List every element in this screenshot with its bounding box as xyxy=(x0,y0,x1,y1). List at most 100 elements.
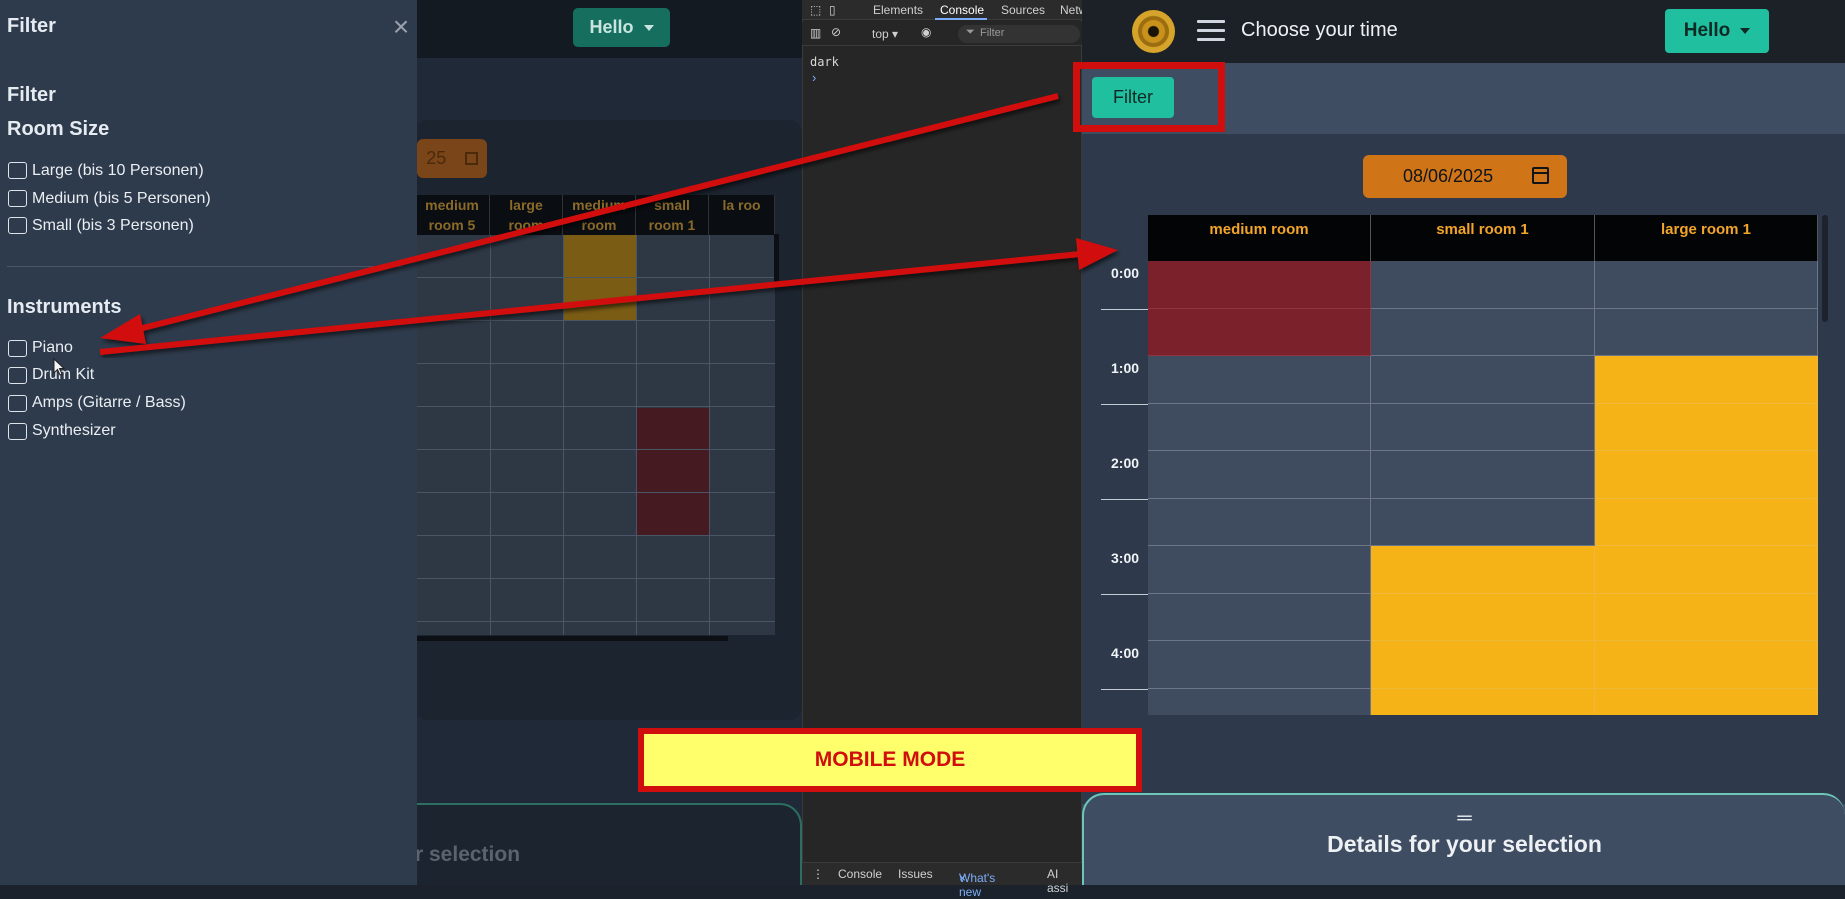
room-header: small room 1 xyxy=(1371,215,1595,261)
device-toolbar-icon[interactable]: ▯ xyxy=(829,3,836,17)
time-slot-free[interactable] xyxy=(1371,498,1595,546)
drawer-tab-ai-assistance[interactable]: AI assi xyxy=(1047,867,1082,895)
time-slot-free[interactable] xyxy=(1148,451,1371,499)
user-menu-button[interactable]: Hello xyxy=(1665,9,1769,53)
mouse-cursor-icon xyxy=(53,358,65,376)
time-slot-selected[interactable] xyxy=(1595,451,1818,499)
sidebar-toggle-icon[interactable]: ▥ xyxy=(810,26,821,40)
calendar-icon[interactable] xyxy=(1532,167,1549,184)
time-slot-free[interactable] xyxy=(1371,451,1595,499)
instrument-label: Synthesizer xyxy=(32,422,116,439)
background-column-header: large room xyxy=(490,195,563,235)
clear-console-icon[interactable]: ⊘ xyxy=(831,25,841,39)
time-slot-selected[interactable] xyxy=(1595,546,1818,594)
time-slot-free[interactable] xyxy=(1148,546,1371,594)
grid-scrollbar[interactable] xyxy=(1822,215,1828,322)
time-slot-selected[interactable] xyxy=(1595,498,1818,546)
background-schedule-grid: medium room 5 large room medium room sma… xyxy=(415,195,775,635)
room-size-label: Small (bis 3 Personen) xyxy=(32,217,194,234)
room-size-medium-checkbox[interactable] xyxy=(8,190,27,207)
section-divider xyxy=(7,266,403,267)
details-title: Details for your selection xyxy=(1327,831,1602,857)
more-options-icon[interactable]: ⋮ xyxy=(812,867,824,881)
time-slot-free[interactable] xyxy=(1371,261,1595,309)
schedule-grid: medium room small room 1 large room 1 0:… xyxy=(1101,215,1823,715)
page-title: Choose your time xyxy=(1241,19,1398,41)
time-label: 1:00 xyxy=(1111,360,1140,376)
time-slot-selected[interactable] xyxy=(1371,546,1595,594)
annotation-highlight-box xyxy=(1073,62,1225,132)
live-expression-eye-icon[interactable]: ◉ xyxy=(921,25,931,39)
active-tab-indicator xyxy=(935,18,987,20)
instrument-piano-checkbox[interactable] xyxy=(8,340,27,357)
time-label: 4:00 xyxy=(1111,645,1140,661)
time-slot-selected[interactable] xyxy=(1595,641,1818,689)
time-slot-free[interactable] xyxy=(1148,593,1371,641)
instrument-amps-checkbox[interactable] xyxy=(8,395,27,412)
drag-handle-icon[interactable]: ═ xyxy=(1084,808,1845,828)
caret-down-icon xyxy=(1740,28,1751,34)
hamburger-menu-icon[interactable] xyxy=(1197,20,1225,42)
console-filter-input[interactable]: ⏷ Filter xyxy=(958,25,1080,43)
instruments-title: Instruments xyxy=(7,296,122,318)
instrument-label: Amps (Gitarre / Bass) xyxy=(32,394,186,411)
time-slot-free[interactable] xyxy=(1148,356,1371,404)
time-slot-selected[interactable] xyxy=(1595,593,1818,641)
background-column-header: la roo xyxy=(709,195,775,235)
time-slot-selected[interactable] xyxy=(1595,403,1818,451)
drawer-tab-issues[interactable]: Issues xyxy=(898,867,933,881)
context-selector[interactable]: top ▾ xyxy=(872,27,898,41)
inspect-icon[interactable]: ⬚ xyxy=(810,3,821,17)
background-details-panel: r selection xyxy=(415,803,802,885)
time-slot-free[interactable] xyxy=(1148,403,1371,451)
tab-sources[interactable]: Sources xyxy=(1001,3,1045,17)
background-booked-slot xyxy=(636,408,709,536)
tab-elements[interactable]: Elements xyxy=(873,3,923,17)
filter-icon: ⏷ xyxy=(966,26,975,38)
time-slot-selected[interactable] xyxy=(1371,688,1595,715)
time-label: 3:00 xyxy=(1111,550,1140,566)
room-size-small-checkbox[interactable] xyxy=(8,217,27,234)
room-header: large room 1 xyxy=(1595,215,1818,261)
instrument-synthesizer-checkbox[interactable] xyxy=(8,423,27,440)
time-label: 0:00 xyxy=(1111,265,1140,281)
time-slot-free[interactable] xyxy=(1371,308,1595,356)
time-slot-free[interactable] xyxy=(1148,641,1371,689)
time-slot-free[interactable] xyxy=(1148,688,1371,715)
time-slot-booked[interactable] xyxy=(1148,308,1371,356)
time-slot-free[interactable] xyxy=(1148,498,1371,546)
drawer-tab-console[interactable]: Console xyxy=(838,867,882,881)
background-horizontal-scrollbar[interactable] xyxy=(415,636,728,641)
console-output-line: dark xyxy=(810,55,839,69)
caret-down-icon xyxy=(643,24,654,31)
time-slot-selected[interactable] xyxy=(1595,356,1818,404)
time-slot-selected[interactable] xyxy=(1371,641,1595,689)
instrument-drum-kit-checkbox[interactable] xyxy=(8,367,27,384)
time-slot-free[interactable] xyxy=(1595,308,1818,356)
room-size-label: Medium (bis 5 Personen) xyxy=(32,190,211,207)
time-slot-free[interactable] xyxy=(1371,403,1595,451)
devtools-tabbar: ⬚ ▯ Elements Console Sources Netw xyxy=(802,0,1087,20)
time-slot-free[interactable] xyxy=(1595,261,1818,309)
mobile-mode-banner: MOBILE MODE xyxy=(638,728,1142,792)
background-user-button[interactable]: Hello xyxy=(573,8,670,47)
time-slot-free[interactable] xyxy=(1371,356,1595,404)
time-slot-booked[interactable] xyxy=(1148,261,1371,309)
date-input[interactable]: 08/06/2025 xyxy=(1363,155,1567,198)
time-slot-selected[interactable] xyxy=(1595,688,1818,715)
details-panel[interactable]: ═ Details for your selection xyxy=(1082,793,1845,885)
room-size-large-checkbox[interactable] xyxy=(8,162,27,179)
vinyl-record-logo-icon[interactable] xyxy=(1132,10,1175,53)
console-prompt-icon[interactable]: › xyxy=(812,70,816,85)
background-date-input[interactable]: 25 xyxy=(417,139,487,178)
time-slot-selected[interactable] xyxy=(1371,593,1595,641)
background-vertical-scrollbar[interactable] xyxy=(774,234,779,282)
tab-console[interactable]: Console xyxy=(940,3,984,17)
room-header: medium room xyxy=(1148,215,1371,261)
close-icon[interactable]: × xyxy=(389,13,413,41)
close-icon[interactable]: × xyxy=(959,871,966,885)
instrument-label: Piano xyxy=(32,339,73,356)
background-column-header: medium room xyxy=(563,195,636,235)
calendar-icon xyxy=(464,152,478,165)
devtools-drawer-tabbar: ⋮ Console Issues What's new × AI assi xyxy=(802,862,1082,899)
